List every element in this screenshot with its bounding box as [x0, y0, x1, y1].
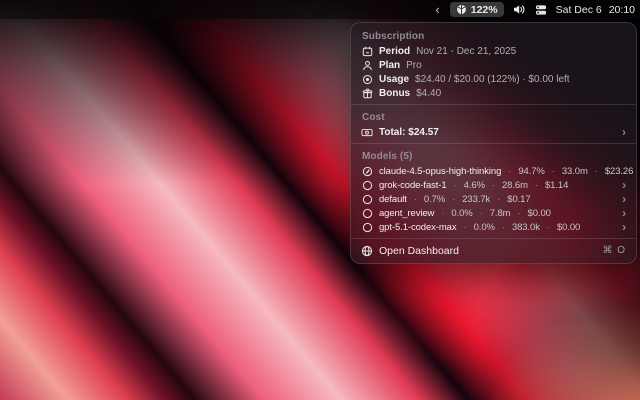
separator-dot: ·: [440, 208, 445, 219]
period-label: Period: [379, 46, 410, 57]
plan-value: Pro: [406, 60, 422, 71]
models-section-header: Models (5): [351, 147, 636, 164]
menubar-clock[interactable]: Sat Dec 6 20:10: [556, 4, 635, 16]
banknote-icon: [361, 127, 373, 138]
model-cost: $0.17: [507, 194, 530, 205]
model-tokens: 7.8m: [490, 208, 511, 219]
bonus-label: Bonus: [379, 88, 410, 99]
divider: [351, 104, 636, 105]
model-tokens: 233.7k: [462, 194, 490, 205]
chevron-right-icon: ›: [622, 194, 626, 204]
model-row-gpt-5-1-codex-max[interactable]: gpt-5.1-codex-max · 0.0% · 383.0k · $0.0…: [351, 220, 636, 234]
period-value: Nov 21 - Dec 21, 2025: [416, 46, 516, 57]
keyboard-shortcut: ⌘ O: [602, 245, 626, 256]
divider: [351, 143, 636, 144]
usage-dropdown-panel: Subscription Period Nov 21 - Dec 21, 202…: [350, 22, 637, 264]
model-circle-icon: [361, 208, 373, 219]
separator-dot: ·: [534, 180, 539, 191]
calendar-icon: [361, 46, 373, 57]
separator-dot: ·: [551, 166, 556, 177]
model-percent: 0.0%: [474, 222, 495, 233]
model-percent: 0.7%: [424, 194, 445, 205]
model-cost: $1.14: [545, 180, 568, 191]
model-row-claude-4-5-opus-high-thinking[interactable]: claude-4.5-opus-high-thinking · 94.7% · …: [351, 164, 636, 178]
plan-row[interactable]: Plan Pro: [351, 58, 636, 72]
model-percent: 4.6%: [464, 180, 485, 191]
model-tokens: 383.0k: [512, 222, 540, 233]
app-logo-icon: [456, 4, 467, 15]
usage-label: Usage: [379, 74, 409, 85]
menubar-date: Sat Dec 6: [556, 4, 602, 16]
separator-dot: ·: [463, 222, 468, 233]
menubar-time: 20:10: [609, 4, 635, 16]
model-percent: 0.0%: [451, 208, 472, 219]
separator-dot: ·: [507, 166, 512, 177]
open-dashboard-label: Open Dashboard: [379, 245, 459, 257]
model-row-default[interactable]: default · 0.7% · 233.7k · $0.17 ›: [351, 192, 636, 206]
chevron-right-icon: ›: [622, 208, 626, 218]
open-dashboard-item[interactable]: Open Dashboard ⌘ O: [351, 242, 636, 259]
collapse-chevron-icon[interactable]: ‹: [434, 0, 440, 19]
model-circle-icon: [361, 222, 373, 233]
model-name: claude-4.5-opus-high-thinking: [379, 166, 501, 177]
active-model-icon: [361, 166, 373, 177]
plan-label: Plan: [379, 60, 400, 71]
chevron-right-icon: ›: [622, 222, 626, 232]
separator-dot: ·: [479, 208, 484, 219]
period-row[interactable]: Period Nov 21 - Dec 21, 2025: [351, 44, 636, 58]
menu-bar: ‹ 122% Sat De: [0, 0, 640, 19]
separator-dot: ·: [546, 222, 551, 233]
cost-section-header: Cost: [351, 108, 636, 125]
separator-dot: ·: [413, 194, 418, 205]
model-name: agent_review: [379, 208, 434, 219]
model-name: grok-code-fast-1: [379, 180, 447, 191]
bonus-row[interactable]: Bonus $4.40: [351, 86, 636, 100]
model-tokens: 28.6m: [502, 180, 528, 191]
separator-dot: ·: [501, 222, 506, 233]
bonus-value: $4.40: [416, 88, 441, 99]
target-icon: [361, 74, 373, 85]
divider: [351, 238, 636, 239]
model-row-grok-code-fast-1[interactable]: grok-code-fast-1 · 4.6% · 28.6m · $1.14 …: [351, 178, 636, 192]
total-cost-label: Total: $24.57: [379, 127, 439, 138]
model-cost: $0.00: [528, 208, 551, 219]
model-tokens: 33.0m: [562, 166, 588, 177]
usage-menubar-item[interactable]: 122%: [450, 2, 504, 17]
usage-row[interactable]: Usage $24.40 / $20.00 (122%) · $0.00 lef…: [351, 72, 636, 86]
total-cost-row[interactable]: Total: $24.57 ›: [351, 125, 636, 139]
model-cost: $0.00: [557, 222, 580, 233]
separator-dot: ·: [496, 194, 501, 205]
model-cost: $23.26: [605, 166, 633, 177]
separator-dot: ·: [451, 194, 456, 205]
model-name: gpt-5.1-codex-max: [379, 222, 457, 233]
stack-icon[interactable]: [535, 4, 547, 16]
gift-icon: [361, 88, 373, 99]
globe-icon: [361, 245, 373, 257]
model-circle-icon: [361, 194, 373, 205]
volume-icon[interactable]: [513, 4, 526, 15]
model-row-agent-review[interactable]: agent_review · 0.0% · 7.8m · $0.00 ›: [351, 206, 636, 220]
person-icon: [361, 60, 373, 71]
screen: ‹ 122% Sat De: [0, 0, 640, 400]
usage-percentage: 122%: [471, 4, 498, 16]
model-percent: 94.7%: [518, 166, 544, 177]
separator-dot: ·: [594, 166, 599, 177]
subscription-section-header: Subscription: [351, 27, 636, 44]
separator-dot: ·: [491, 180, 496, 191]
separator-dot: ·: [516, 208, 521, 219]
usage-value: $24.40 / $20.00 (122%) · $0.00 left: [415, 74, 570, 85]
model-name: default: [379, 194, 407, 205]
separator-dot: ·: [453, 180, 458, 191]
chevron-right-icon: ›: [622, 180, 626, 190]
chevron-right-icon: ›: [622, 127, 626, 137]
model-circle-icon: [361, 180, 373, 191]
